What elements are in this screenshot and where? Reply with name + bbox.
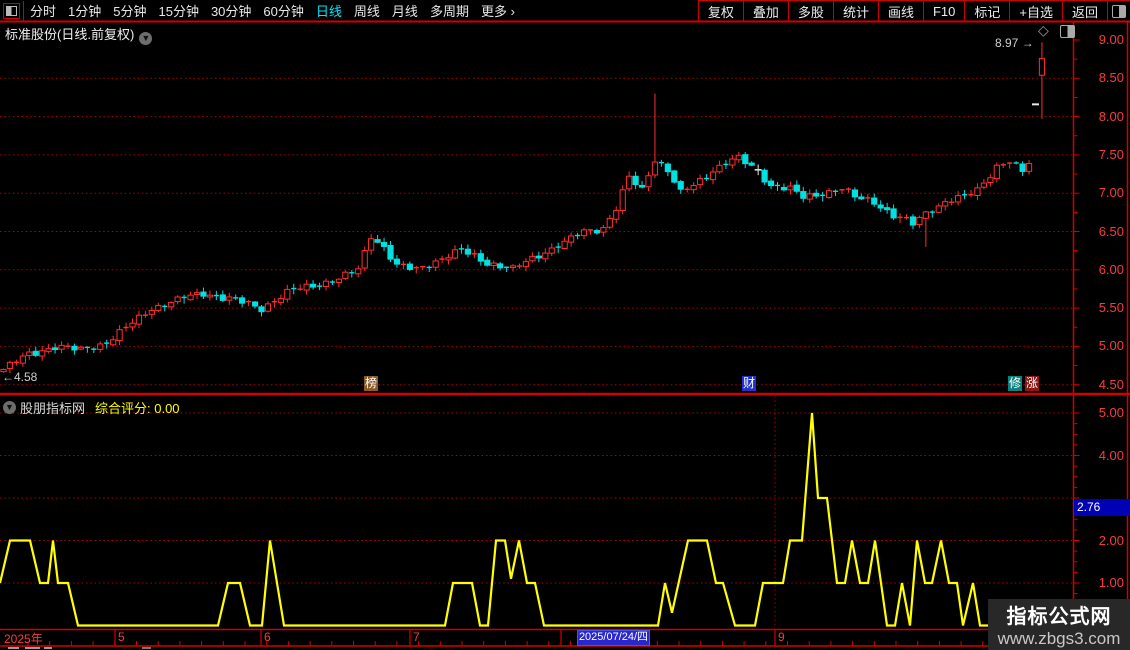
year-label: 2025年: [4, 632, 43, 646]
month-tick-label: 9: [778, 630, 785, 644]
toolbar-button-3[interactable]: 统计: [832, 1, 878, 21]
action-toolbar: 复权 叠加 多股 统计 画线 F10 标记 +自选 返回: [697, 0, 1130, 21]
period-toolbar: 分时 1分钟 5分钟 15分钟 30分钟 60分钟 日线 周线 月线 多周期 更多 ›: [0, 0, 521, 21]
price-axis-label: 7.50: [1098, 146, 1124, 162]
indicator-axis-label: 2.00: [1098, 532, 1124, 548]
max-price-label: 8.97: [995, 36, 1019, 50]
toolbar-button-7[interactable]: +自选: [1009, 1, 1062, 21]
toolbar-button-2[interactable]: 多股: [787, 1, 833, 21]
indicator-axis-label: 5.00: [1098, 405, 1124, 420]
month-tick-label: 5: [118, 630, 125, 644]
period-tab-10[interactable]: 更多 ›: [475, 1, 521, 20]
symbol-title: 标准股份(日线.前复权): [5, 27, 135, 42]
toolbar-button-5[interactable]: F10: [922, 1, 964, 21]
price-axis-label: 7.00: [1098, 185, 1124, 201]
period-tab-8[interactable]: 月线: [386, 1, 424, 20]
clipped-next-row: [8, 647, 19, 649]
window-split-button[interactable]: [3, 2, 20, 19]
price-axis-label: 5.00: [1098, 338, 1124, 354]
period-tab-5[interactable]: 60分钟: [257, 1, 309, 20]
diamond-icon[interactable]: ◇: [1038, 22, 1049, 39]
chevron-down-icon[interactable]: ▼: [3, 401, 16, 414]
event-badge-榜[interactable]: 榜: [364, 376, 379, 391]
indicator-header: ▼ 股朋指标网 综合评分: 0.00: [3, 398, 180, 417]
period-tab-4[interactable]: 30分钟: [205, 1, 257, 20]
indicator-axis-label: 1.00: [1098, 575, 1124, 590]
chart-canvas: [0, 20, 1130, 647]
watermark-site-name: 指标公式网: [1006, 606, 1112, 628]
crosshair-date-box: 2025/07/24/四: [577, 630, 650, 646]
right-arrow-icon: →: [1021, 36, 1034, 50]
split-window-icon[interactable]: [1060, 25, 1075, 38]
toolbar-button-4[interactable]: 画线: [877, 1, 923, 21]
period-tab-0[interactable]: 分时: [24, 1, 62, 20]
toolbar-button-1[interactable]: 叠加: [742, 1, 788, 21]
clipped-next-row: [44, 647, 52, 649]
toolbar-button-6[interactable]: 标记: [964, 1, 1009, 21]
indicator-source-label: 股朋指标网: [20, 401, 86, 416]
price-axis-label: 9.00: [1098, 32, 1124, 47]
event-badge-财[interactable]: 财: [742, 376, 757, 391]
price-axis-label: 5.50: [1098, 300, 1124, 316]
month-tick-label: 7: [413, 630, 420, 644]
max-price-annotation: 8.97 →: [995, 36, 1034, 50]
clipped-next-row: [25, 647, 40, 649]
split-window-icon: [1112, 4, 1126, 18]
period-tab-3[interactable]: 15分钟: [152, 1, 204, 20]
split-window-button[interactable]: [1107, 1, 1130, 21]
split-square-icon: [6, 5, 17, 16]
price-axis-label: 6.00: [1098, 261, 1124, 277]
event-badge-修[interactable]: 修: [1008, 376, 1023, 391]
event-badge-涨[interactable]: 涨: [1025, 376, 1040, 391]
min-price-annotation: ←4.58: [2, 370, 37, 384]
period-tab-2[interactable]: 5分钟: [107, 1, 152, 20]
watermark: 指标公式网 www.zbgs3.com: [988, 599, 1130, 650]
period-tab-1[interactable]: 1分钟: [62, 1, 107, 20]
indicator-axis-label: 4.00: [1098, 447, 1124, 463]
watermark-url: www.zbgs3.com: [997, 629, 1121, 648]
indicator-score-value: 综合评分: 0.00: [95, 401, 180, 416]
toolbar-button-0[interactable]: 复权: [697, 1, 743, 21]
chart-title: 标准股份(日线.前复权) ▼: [5, 24, 153, 45]
toolbar-button-8[interactable]: 返回: [1061, 1, 1107, 21]
period-tab-6[interactable]: 日线: [310, 1, 348, 20]
price-axis-label: 4.50: [1098, 376, 1124, 392]
period-tab-7[interactable]: 周线: [348, 1, 386, 20]
price-axis-label: 6.50: [1098, 223, 1124, 239]
indicator-axis-value-box: 2.76: [1074, 499, 1130, 516]
month-tick-label: 6: [264, 630, 271, 644]
chevron-down-icon[interactable]: ▼: [139, 32, 153, 45]
clipped-next-row: [142, 647, 151, 649]
price-axis-label: 8.00: [1098, 108, 1124, 124]
min-price-label: 4.58: [14, 370, 38, 384]
period-tab-9[interactable]: 多周期: [424, 1, 475, 20]
price-axis-label: 8.50: [1098, 70, 1124, 86]
left-arrow-icon: ←: [2, 370, 14, 384]
